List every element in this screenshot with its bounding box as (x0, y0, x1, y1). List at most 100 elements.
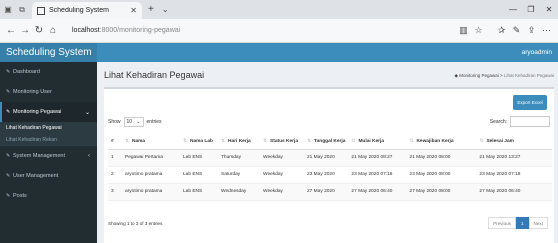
cell-status-kerja: Weekday (260, 149, 304, 167)
attendance-box: Export Excel Show 10 ⌄ entries Search: #… (104, 87, 554, 243)
sidebar-item-dashboard[interactable]: ✎ Dashboard (0, 62, 97, 82)
chevron-down-icon[interactable]: ⌄ (162, 5, 169, 14)
column-header-tanggal-kerja[interactable]: ⇅ Tanggal Kerja (304, 134, 349, 150)
column-header-nama[interactable]: ⇅ Nama (122, 134, 180, 150)
browser-tab[interactable]: Scheduling System ✕ (32, 2, 142, 19)
back-icon[interactable]: ← (4, 25, 18, 36)
favorite-star-icon[interactable]: ☆ (471, 25, 486, 36)
cell-status-kerja: Weekday (260, 166, 304, 184)
show-label: Show (108, 119, 121, 125)
entries-length-control: Show 10 ⌄ entries (108, 117, 162, 127)
monitoring-pegawai-icon: ✎ (6, 109, 11, 115)
sidebar-item-posts[interactable]: ✎ Posts (0, 186, 97, 206)
cell-nama: Pegawai Pertama (122, 149, 180, 167)
url-host: localhost (72, 27, 100, 34)
table-info: Showing 1 to 3 of 3 entries (108, 221, 163, 226)
entries-select[interactable]: 10 ⌄ (123, 117, 144, 127)
posts-icon: ✎ (6, 193, 11, 199)
sidebar-item-label: Posts (13, 193, 27, 199)
sidebar-item-system-management[interactable]: ✎ System Management ‹ (0, 146, 97, 166)
search-label: Search: (489, 118, 507, 125)
minimize-icon[interactable]: — (504, 5, 522, 14)
close-icon[interactable]: ✕ (130, 6, 137, 15)
column-header-no[interactable]: # (108, 134, 122, 150)
table-search: Search: (490, 116, 550, 127)
sort-icon: ⇅ (125, 138, 130, 144)
cell-nama-lab: Lab ENS (180, 183, 218, 201)
tab-title: Scheduling System (49, 7, 109, 14)
url-path: :8000/monitoring-pegawai (99, 27, 181, 34)
sort-icon: ⇅ (409, 138, 414, 144)
breadcrumb-current: Lihat Kehadiran Pegawai (503, 73, 554, 78)
refresh-icon[interactable]: ↻ (32, 25, 46, 36)
breadcrumb: ◆ Monitoring Pegawai > Lihat Kehadiran P… (455, 73, 554, 79)
sidebar-item-user-management[interactable]: ✎ User Management (0, 166, 97, 186)
page-title: Lihat Kehadiran Pegawai (104, 70, 205, 80)
cell-tanggal-kerja: 27 May 2020 (304, 183, 349, 201)
close-window-icon[interactable]: ✕ (540, 5, 558, 14)
cell-kewajiban-kerja: 27 May 2020 08:00 (406, 183, 477, 201)
cell-hari-kerja: Saturday (218, 166, 260, 184)
cell-tanggal-kerja: 23 May 2020 (304, 166, 349, 184)
window-menu-icon[interactable]: ▣ (2, 0, 14, 19)
cell-mulai-kerja: 21 May 2020 08:27 (348, 149, 407, 167)
page-favicon-icon (37, 6, 45, 15)
sort-icon: ⇅ (263, 138, 268, 144)
table-row: 2 aryotimo pratama Lab ENS Saturday Week… (108, 166, 552, 184)
page-1-button[interactable]: 1 (515, 217, 529, 229)
home-icon[interactable]: ⌂ (46, 25, 60, 36)
cell-no: 3 (108, 183, 122, 201)
previous-button[interactable]: Previous (488, 217, 516, 229)
entries-select-value: 10 (126, 119, 133, 125)
table-row: 3 aryotimo pratama Lab ENS Wednesday Wee… (108, 183, 552, 201)
column-header-selesai-jam[interactable]: ⇅ Selesai Jam (476, 134, 552, 150)
column-header-kewajiban-kerja[interactable]: ⇅ Kewajiban Kerja (406, 134, 477, 150)
user-management-icon: ✎ (6, 173, 11, 179)
restore-icon[interactable]: ❐ (522, 5, 540, 14)
tab-actions-icon[interactable]: ⧉ (16, 0, 28, 19)
sort-icon: ⇅ (351, 138, 356, 144)
cell-mulai-kerja: 23 May 2020 07:16 (348, 166, 407, 184)
dashboard-icon: ✎ (6, 69, 11, 75)
share-icon[interactable]: ⇪ (524, 25, 539, 36)
user-menu[interactable]: aryoadmin (522, 49, 552, 56)
sidebar-subitem-kehadiran-rekan[interactable]: Lihat Kehadiran Rekan (0, 134, 97, 146)
table-row: 1 Pegawai Pertama Lab ENS Thursday Weekd… (108, 149, 552, 167)
column-header-hari-kerja[interactable]: ⇅ Hari Kerja (218, 134, 260, 150)
breadcrumb-separator: > (500, 73, 503, 78)
top-navbar: aryoadmin (97, 43, 558, 62)
sidebar-item-monitoring-pegawai[interactable]: ✎ Monitoring Pegawai ⌄ (0, 102, 97, 122)
cell-hari-kerja: Thursday (218, 149, 260, 167)
cell-tanggal-kerja: 21 May 2020 (304, 149, 349, 167)
cell-selesai-jam: 21 May 2020 13:27 (476, 149, 552, 167)
entries-label: entries (146, 119, 162, 125)
cell-kewajiban-kerja: 21 May 2020 08:00 (406, 149, 477, 167)
export-excel-button[interactable]: Export Excel (513, 95, 547, 110)
table-header-row: # ⇅ Nama ⇅ Nama Lab ⇅ Hari Kerja ⇅ Status Ke… (108, 134, 552, 150)
column-header-status-kerja[interactable]: ⇅ Status Kerja (260, 134, 304, 150)
url-field[interactable]: localhost:8000/monitoring-pegawai (68, 23, 456, 39)
next-button[interactable]: Next (528, 217, 548, 229)
sort-icon: ⇅ (307, 138, 312, 144)
cell-selesai-jam: 27 May 2020 06:40 (476, 183, 552, 201)
new-tab-icon[interactable]: + (148, 4, 154, 15)
reading-view-icon[interactable]: ▥ (456, 25, 471, 36)
sort-icon: ⇅ (221, 138, 226, 144)
sidebar-subitem-kehadiran-pegawai[interactable]: Lihat Kehadiran Pegawai (0, 122, 97, 134)
more-icon[interactable]: ⋯ (539, 25, 554, 36)
column-header-nama-lab[interactable]: ⇅ Nama Lab (180, 134, 218, 150)
breadcrumb-root[interactable]: Monitoring Pegawai (459, 73, 499, 78)
app-brand[interactable]: Scheduling System (0, 43, 97, 62)
favorites-icon[interactable]: ✰ (494, 25, 509, 36)
cell-status-kerja: Weekday (260, 183, 304, 201)
cell-nama-lab: Lab ENS (180, 166, 218, 184)
search-input[interactable] (510, 116, 550, 127)
notes-icon[interactable]: ✎ (509, 25, 524, 36)
forward-icon[interactable]: → (18, 25, 32, 36)
sidebar-item-label: Monitoring Pegawai (13, 109, 62, 115)
sidebar-item-monitoring-user[interactable]: ✎ Monitoring User (0, 82, 97, 102)
browser-tab-bar: ▣ ⧉ Scheduling System ✕ + ⌄ — ❐ ✕ (0, 0, 558, 19)
cell-no: 1 (108, 149, 122, 167)
chevron-down-icon: ⌄ (136, 119, 141, 125)
column-header-mulai-kerja[interactable]: ⇅ Mulai Kerja (348, 134, 407, 150)
